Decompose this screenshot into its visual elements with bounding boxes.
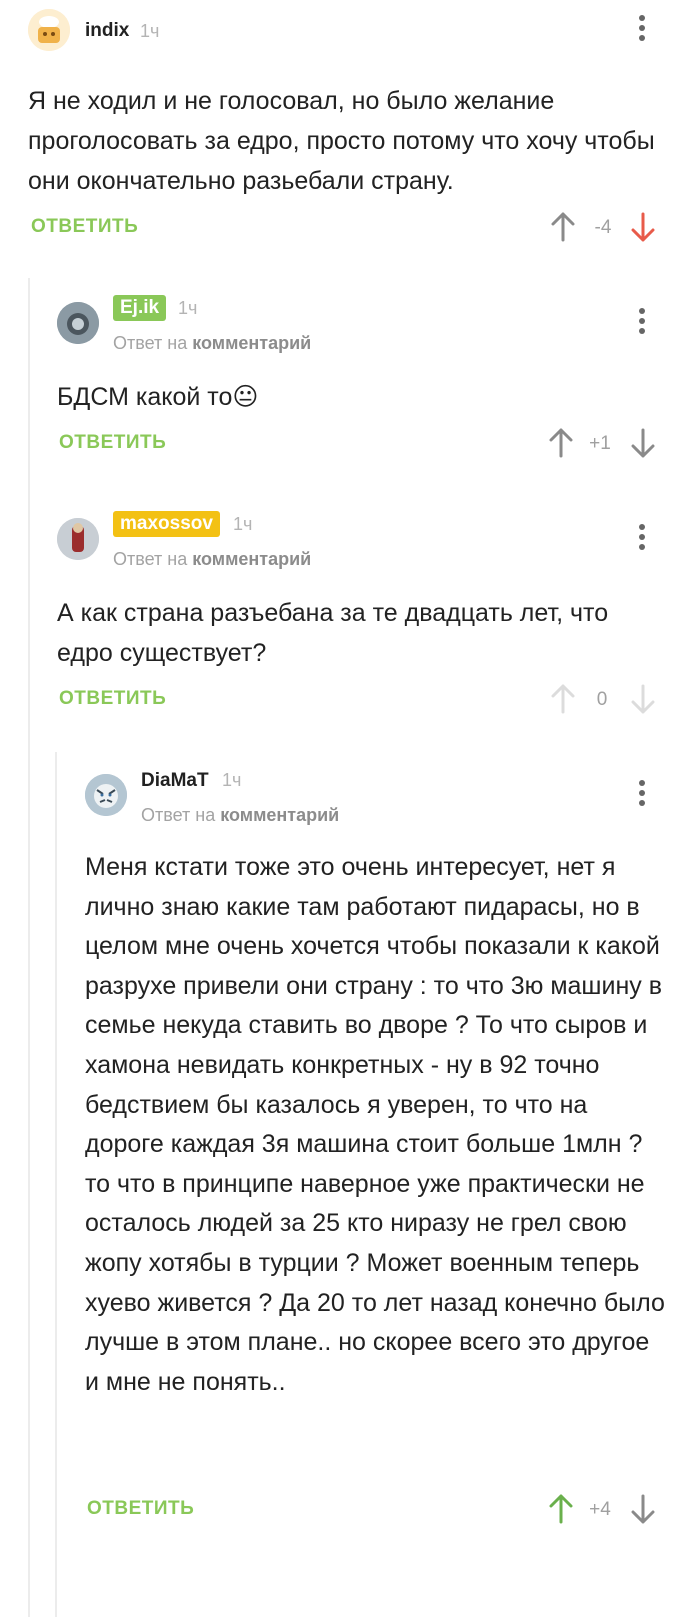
arrow-down-icon[interactable] xyxy=(630,683,656,715)
comment-text: А как страна разъебана за те двадцать ле… xyxy=(57,599,609,667)
kebab-menu-icon[interactable] xyxy=(636,308,648,338)
reply-button[interactable]: ОТВЕТИТЬ xyxy=(31,216,138,238)
avatar-tiger-icon xyxy=(85,774,127,816)
arrow-up-icon[interactable] xyxy=(550,211,576,243)
timestamp: 1ч xyxy=(178,298,198,318)
timestamp: 1ч xyxy=(222,770,242,790)
arrow-up-icon[interactable] xyxy=(548,1493,574,1525)
vote-score: +4 xyxy=(589,1499,611,1520)
thread-line-nested xyxy=(55,752,57,1617)
username-badge[interactable]: Ej.ik xyxy=(113,295,167,321)
kebab-menu-icon[interactable] xyxy=(636,15,648,45)
reply-button[interactable]: ОТВЕТИТЬ xyxy=(87,1498,194,1520)
vote-score: -4 xyxy=(594,217,612,238)
arrow-down-icon[interactable] xyxy=(630,1493,656,1525)
comment-text: Меня кстати тоже это очень интересует, н… xyxy=(85,853,665,1396)
avatar[interactable] xyxy=(57,518,99,560)
kebab-menu-icon[interactable] xyxy=(636,780,648,810)
username[interactable]: DiaMaT xyxy=(141,770,209,792)
arrow-up-icon[interactable] xyxy=(550,683,576,715)
arrow-down-icon[interactable] xyxy=(630,211,656,243)
reply-to-label[interactable]: Ответ на комментарий xyxy=(113,549,311,570)
username[interactable]: indix xyxy=(85,20,129,42)
username-badge[interactable]: maxossov xyxy=(113,511,220,537)
vote-score: 0 xyxy=(596,689,608,710)
avatar[interactable] xyxy=(85,774,127,816)
avatar[interactable] xyxy=(28,9,70,51)
avatar[interactable] xyxy=(57,302,99,344)
reply-to-label[interactable]: Ответ на комментарий xyxy=(141,805,339,826)
reply-button[interactable]: ОТВЕТИТЬ xyxy=(59,432,166,454)
comment-text: БДСМ какой то😐 xyxy=(57,383,259,411)
reply-button[interactable]: ОТВЕТИТЬ xyxy=(59,688,166,710)
kebab-menu-icon[interactable] xyxy=(636,524,648,554)
vote-score: +1 xyxy=(589,433,611,454)
timestamp: 1ч xyxy=(140,21,160,41)
timestamp: 1ч xyxy=(233,514,253,534)
arrow-up-icon[interactable] xyxy=(548,427,574,459)
thread-line xyxy=(28,278,30,1617)
reply-to-label[interactable]: Ответ на комментарий xyxy=(113,333,311,354)
avatar-chef-icon xyxy=(28,9,70,51)
arrow-down-icon[interactable] xyxy=(630,427,656,459)
comment-text: Я не ходил и не голосовал, но было желан… xyxy=(28,87,655,195)
neutral-face-emoji: 😐 xyxy=(232,383,259,411)
avatar-hedgehog-icon xyxy=(57,302,99,344)
avatar-figure-icon xyxy=(57,518,99,560)
